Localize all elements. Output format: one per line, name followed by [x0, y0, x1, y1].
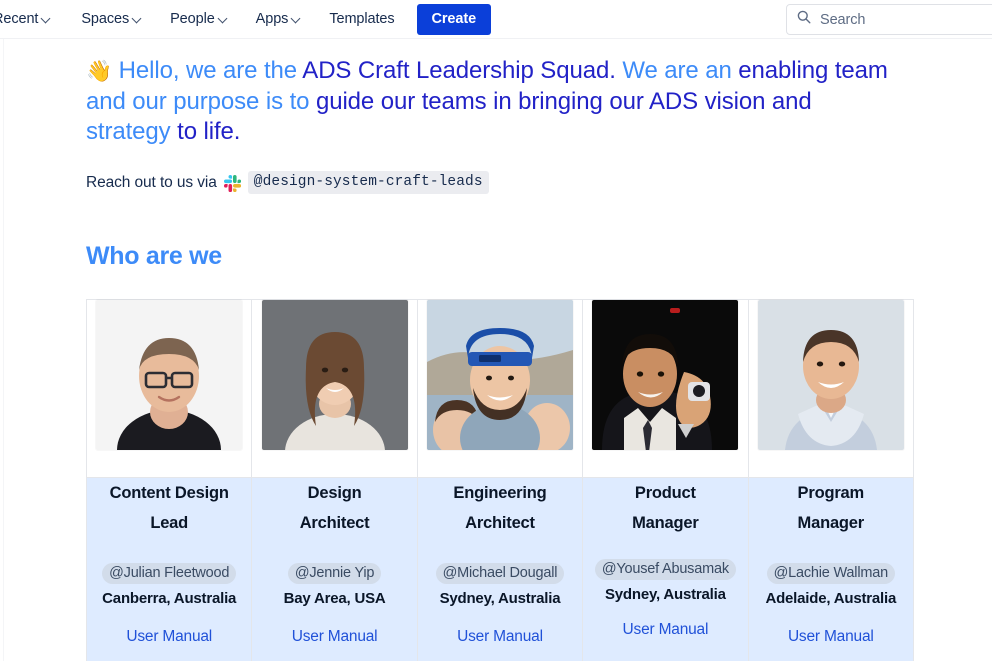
section-heading-who-are-we: Who are we — [86, 242, 222, 270]
photo-cell-4 — [582, 299, 749, 478]
chevron-down-icon — [219, 14, 228, 23]
slack-channel-handle[interactable]: @design-system-craft-leads — [247, 171, 489, 194]
photo-cell-5 — [747, 299, 915, 478]
hero-segment-4: enabling team — [738, 57, 888, 84]
role-line-1: Design — [307, 484, 362, 502]
hero-segment-3: We are an — [615, 57, 739, 84]
person-card-4: Product Manager @Yousef Abusamak Sydney,… — [582, 477, 749, 661]
people-table: Content Design Lead @Julian Fleetwood Ca… — [85, 299, 915, 661]
hero-segment-5: and our purpose is to — [86, 88, 316, 115]
user-manual-link-5[interactable]: User Manual — [749, 628, 913, 646]
photo-cell-1 — [85, 299, 253, 478]
role-line-1: Program — [797, 484, 865, 502]
location-2: Bay Area, USA — [283, 590, 386, 607]
person-card-5: Program Manager @Lachie Wallman Adelaide… — [747, 477, 915, 661]
hero-segment-1: Hello, we are the — [112, 57, 303, 84]
hero-segment-7: strategy — [86, 118, 178, 145]
nav-item-people[interactable]: People — [162, 6, 236, 32]
role-line-1: Engineering — [453, 484, 547, 502]
search-input[interactable]: Search — [786, 4, 992, 35]
location-1: Canberra, Australia — [102, 590, 237, 607]
mention-wrap-5: @Lachie Wallman — [749, 560, 913, 586]
hero-segment-2: ADS Craft Leadership Squad. — [302, 57, 616, 84]
nav-item-spaces-label: Spaces — [81, 11, 130, 27]
role-line-2: Lead — [150, 514, 189, 532]
mention-lozenge-2[interactable]: @Jennie Yip — [287, 563, 382, 584]
left-edge-rule — [3, 39, 4, 661]
mention-wrap-3: @Michael Dougall — [418, 560, 582, 586]
photo-row — [85, 299, 915, 478]
waving-hand-emoji: 👋 — [86, 60, 113, 83]
info-row: Content Design Lead @Julian Fleetwood Ca… — [85, 477, 915, 661]
location-3: Sydney, Australia — [439, 590, 561, 607]
page-content: 👋 Hello, we are the ADS Craft Leadership… — [86, 39, 926, 271]
role-line-2: Architect — [299, 514, 370, 532]
mention-lozenge-5[interactable]: @Lachie Wallman — [766, 563, 895, 584]
top-navigation-bar: Recent Spaces People Apps Templates Crea… — [0, 0, 992, 38]
role-line-2: Manager — [797, 514, 865, 532]
person-card-2: Design Architect @Jennie Yip Bay Area, U… — [251, 477, 418, 661]
chevron-down-icon — [133, 14, 142, 23]
location-5: Adelaide, Australia — [765, 590, 897, 607]
nav-item-apps-label: Apps — [255, 11, 289, 27]
create-button[interactable]: Create — [416, 3, 492, 35]
role-line-2: Architect — [465, 514, 535, 532]
portrait-yousef-abusamak — [592, 300, 739, 450]
role-line-1: Product — [634, 484, 696, 502]
hero-paragraph: 👋 Hello, we are the ADS Craft Leadership… — [86, 56, 896, 147]
role-title-3: Engineering Architect — [418, 478, 582, 538]
nav-separator — [0, 38, 992, 39]
mention-lozenge-1[interactable]: @Julian Fleetwood — [102, 563, 237, 584]
reach-out-label: Reach out to us via — [86, 173, 217, 191]
portrait-michael-dougall — [426, 300, 573, 450]
nav-item-recent[interactable]: Recent — [0, 6, 59, 32]
nav-item-apps[interactable]: Apps — [248, 6, 310, 32]
mention-wrap-2: @Jennie Yip — [252, 560, 416, 586]
hero-segment-6: guide our teams in bringing our ADS visi… — [315, 88, 812, 115]
role-title-2: Design Architect — [252, 478, 416, 538]
nav-item-recent-label: Recent — [0, 11, 39, 27]
portrait-julian-fleetwood — [96, 300, 243, 450]
nav-item-templates[interactable]: Templates — [321, 6, 402, 32]
search-icon — [797, 10, 811, 29]
portrait-lachie-wallman — [757, 300, 904, 450]
role-line-1: Content Design — [109, 484, 229, 502]
location-4: Sydney, Australia — [604, 586, 726, 603]
person-card-3: Engineering Architect @Michael Dougall S… — [416, 477, 584, 661]
photo-cell-2 — [251, 299, 418, 478]
role-title-1: Content Design Lead — [87, 478, 251, 538]
user-manual-link-2[interactable]: User Manual — [252, 628, 416, 646]
nav-item-spaces[interactable]: Spaces — [73, 6, 150, 32]
search-placeholder-text: Search — [820, 11, 866, 28]
nav-item-people-label: People — [170, 11, 215, 27]
mention-lozenge-3[interactable]: @Michael Dougall — [435, 563, 565, 584]
portrait-jennie-yip — [261, 300, 408, 450]
user-manual-link-4[interactable]: User Manual — [583, 621, 747, 639]
chevron-down-icon — [42, 14, 51, 23]
page-body: 👋 Hello, we are the ADS Craft Leadership… — [0, 39, 992, 661]
role-title-5: Program Manager — [749, 478, 913, 538]
hero-segment-8: to life. — [177, 118, 241, 145]
chevron-down-icon — [292, 14, 301, 23]
slack-icon — [223, 175, 241, 193]
nav-item-templates-label: Templates — [329, 11, 395, 27]
user-manual-link-3[interactable]: User Manual — [418, 628, 582, 646]
mention-wrap-1: @Julian Fleetwood — [87, 560, 251, 586]
photo-cell-3 — [416, 299, 584, 478]
person-card-1: Content Design Lead @Julian Fleetwood Ca… — [85, 477, 253, 661]
user-manual-link-1[interactable]: User Manual — [87, 628, 251, 646]
mention-lozenge-4[interactable]: @Yousef Abusamak — [594, 559, 736, 580]
role-line-2: Manager — [632, 514, 699, 532]
reach-out-line: Reach out to us via @design-system-craft… — [86, 171, 926, 194]
mention-wrap-4: @Yousef Abusamak — [583, 556, 747, 582]
role-title-4: Product Manager — [583, 478, 747, 538]
